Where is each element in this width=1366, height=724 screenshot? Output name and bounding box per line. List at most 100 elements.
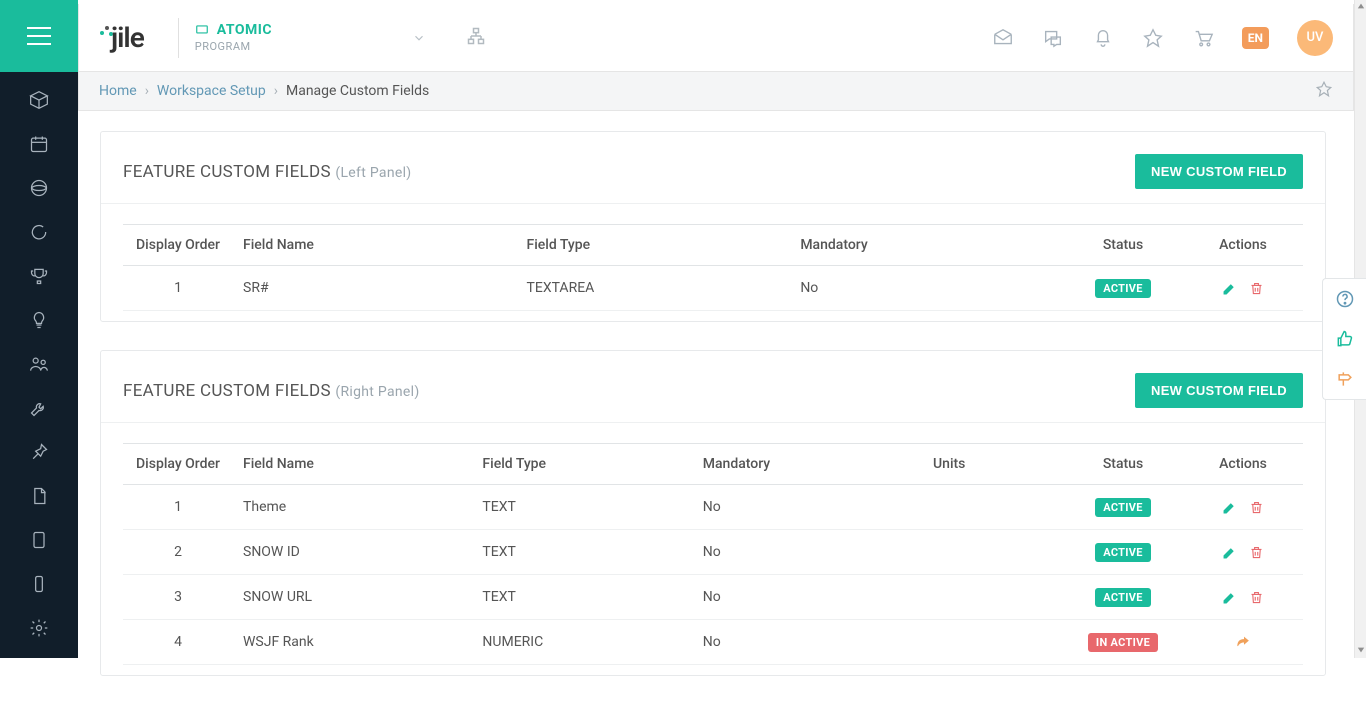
cell-actions <box>1183 485 1303 530</box>
left-table: Display Order Field Name Field Type Mand… <box>123 224 1303 311</box>
loop-icon[interactable] <box>17 210 61 254</box>
col-field-type: Field Type <box>517 225 791 266</box>
status-badge-inactive: IN ACTIVE <box>1088 633 1158 652</box>
edit-icon[interactable] <box>1222 590 1237 605</box>
table-row: 2SNOW IDTEXTNo ACTIVE <box>123 530 1303 575</box>
breadcrumb-workspace[interactable]: Workspace Setup <box>157 83 266 99</box>
panel-right: FEATURE CUSTOM FIELDS (Right Panel) NEW … <box>100 350 1326 676</box>
cell-name: SNOW ID <box>233 530 472 575</box>
cell-name: SR# <box>233 266 517 311</box>
delete-icon[interactable] <box>1249 545 1264 560</box>
trophy-icon[interactable] <box>17 254 61 298</box>
edit-icon[interactable] <box>1222 500 1237 515</box>
top-header: jile ATOMIC PROGRAM EN UV <box>78 4 1354 72</box>
bulb-icon[interactable] <box>17 298 61 342</box>
cell-actions <box>1183 530 1303 575</box>
cell-type: TEXT <box>472 485 692 530</box>
edit-icon[interactable] <box>1222 281 1237 296</box>
cell-mandatory: No <box>790 266 1063 311</box>
doc-icon[interactable] <box>17 474 61 518</box>
logo-text: jile <box>111 21 144 54</box>
col-status: Status <box>1063 225 1183 266</box>
status-badge-active: ACTIVE <box>1095 498 1151 517</box>
star-icon[interactable] <box>1142 27 1164 49</box>
delete-icon[interactable] <box>1249 500 1264 515</box>
col-actions: Actions <box>1183 444 1303 485</box>
edit-icon[interactable] <box>1222 545 1237 560</box>
tablet-icon[interactable] <box>17 518 61 562</box>
col-status: Status <box>1063 444 1183 485</box>
table-row: 1SR#TEXTAREANoACTIVE <box>123 266 1303 311</box>
col-display-order: Display Order <box>123 225 233 266</box>
col-field-name: Field Name <box>233 225 517 266</box>
col-mandatory: Mandatory <box>693 444 923 485</box>
cell-order: 2 <box>123 530 233 575</box>
new-custom-field-button[interactable]: NEW CUSTOM FIELD <box>1135 154 1303 189</box>
panel-subtitle: (Left Panel) <box>335 165 411 181</box>
bell-icon[interactable] <box>1092 27 1114 49</box>
cell-mandatory: No <box>693 575 923 620</box>
favorite-star-icon[interactable] <box>1315 80 1333 102</box>
gear-icon[interactable] <box>17 606 61 650</box>
project-dropdown-caret[interactable] <box>412 31 426 45</box>
project-name: ATOMIC <box>217 22 272 38</box>
cell-type: TEXT <box>472 530 692 575</box>
cell-mandatory: No <box>693 485 923 530</box>
cell-status: ACTIVE <box>1063 266 1183 311</box>
cell-status: ACTIVE <box>1063 485 1183 530</box>
divider <box>178 18 179 58</box>
panel-title-text: FEATURE CUSTOM FIELDS <box>123 381 331 401</box>
breadcrumb: Home › Workspace Setup › Manage Custom F… <box>78 72 1354 111</box>
thumbs-up-icon[interactable] <box>1323 319 1366 359</box>
cell-name: Theme <box>233 485 472 530</box>
cell-units <box>923 485 1063 530</box>
panel-left-title: FEATURE CUSTOM FIELDS (Left Panel) <box>123 162 411 182</box>
panel-left: FEATURE CUSTOM FIELDS (Left Panel) NEW C… <box>100 131 1326 322</box>
signpost-icon[interactable] <box>1323 359 1366 399</box>
help-dock <box>1322 278 1366 400</box>
cell-status: ACTIVE <box>1063 530 1183 575</box>
panel-right-title: FEATURE CUSTOM FIELDS (Right Panel) <box>123 381 420 401</box>
new-custom-field-button[interactable]: NEW CUSTOM FIELD <box>1135 373 1303 408</box>
breadcrumb-current: Manage Custom Fields <box>286 83 429 99</box>
cart-icon[interactable] <box>1192 27 1214 49</box>
wrench-icon[interactable] <box>17 386 61 430</box>
breadcrumb-home[interactable]: Home <box>99 83 137 99</box>
cell-actions <box>1183 266 1303 311</box>
project-selector[interactable]: ATOMIC PROGRAM <box>195 22 272 53</box>
status-badge-active: ACTIVE <box>1095 543 1151 562</box>
chevron-right-icon: › <box>274 83 278 99</box>
restore-icon[interactable] <box>1235 634 1251 650</box>
panel-subtitle: (Right Panel) <box>335 384 419 400</box>
col-field-type: Field Type <box>472 444 692 485</box>
help-icon[interactable] <box>1323 279 1366 319</box>
language-badge[interactable]: EN <box>1242 27 1269 49</box>
cell-mandatory: No <box>693 530 923 575</box>
menu-toggle[interactable] <box>0 0 78 72</box>
cell-units <box>923 530 1063 575</box>
cell-actions <box>1183 575 1303 620</box>
chevron-right-icon: › <box>145 83 149 99</box>
calendar-icon[interactable] <box>17 122 61 166</box>
inbox-icon[interactable] <box>992 27 1014 49</box>
cube-icon[interactable] <box>17 78 61 122</box>
cell-type: TEXT <box>472 575 692 620</box>
logo[interactable]: jile <box>99 21 144 54</box>
user-avatar[interactable]: UV <box>1297 20 1333 56</box>
phone-icon[interactable] <box>17 562 61 606</box>
people-icon[interactable] <box>17 342 61 386</box>
col-actions: Actions <box>1183 225 1303 266</box>
cell-status: ACTIVE <box>1063 575 1183 620</box>
chat-icon[interactable] <box>1042 27 1064 49</box>
pin-icon[interactable] <box>17 430 61 474</box>
hierarchy-icon[interactable] <box>466 26 486 50</box>
cell-order: 1 <box>123 266 233 311</box>
cell-name: SNOW URL <box>233 575 472 620</box>
delete-icon[interactable] <box>1249 590 1264 605</box>
col-units: Units <box>923 444 1063 485</box>
cell-order: 1 <box>123 485 233 530</box>
col-field-name: Field Name <box>233 444 472 485</box>
ball-icon[interactable] <box>17 166 61 210</box>
delete-icon[interactable] <box>1249 281 1264 296</box>
cell-units <box>923 575 1063 620</box>
